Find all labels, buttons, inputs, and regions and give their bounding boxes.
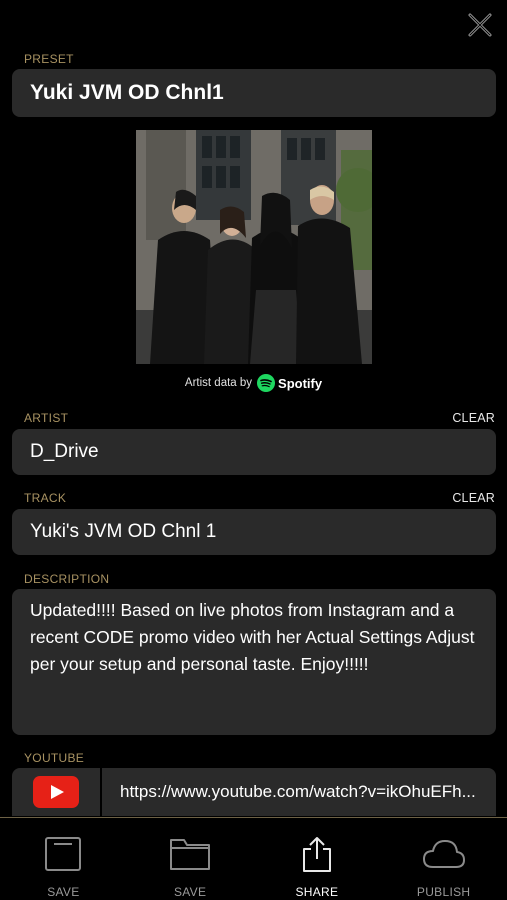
share-button[interactable]: SHARE xyxy=(262,818,372,900)
save-label: SAVE xyxy=(47,885,80,899)
preset-label: PRESET xyxy=(24,52,74,66)
artist-photo xyxy=(136,130,372,364)
publish-button[interactable]: PUBLISH xyxy=(389,818,499,900)
artist-label: ARTIST xyxy=(24,411,69,425)
preset-name-input[interactable]: Yuki JVM OD Chnl1 xyxy=(12,69,496,117)
spotify-wordmark: Spotify xyxy=(278,375,323,391)
attribution-text: Artist data by xyxy=(184,377,253,389)
cloud-icon xyxy=(422,840,465,868)
description-textarea[interactable]: Updated!!!! Based on live photos from In… xyxy=(12,589,496,735)
save-square-icon xyxy=(45,837,82,871)
spotify-attribution: Artist data by Spotify xyxy=(0,374,507,392)
spotify-icon xyxy=(257,374,276,392)
youtube-play-icon xyxy=(33,776,79,808)
description-label: DESCRIPTION xyxy=(24,572,110,586)
youtube-label: YOUTUBE xyxy=(24,751,85,765)
track-label: TRACK xyxy=(24,491,67,505)
bottom-toolbar: SAVE SAVE SHARE PUBLISH xyxy=(0,817,507,900)
track-clear-button[interactable]: CLEAR xyxy=(452,491,495,505)
artist-clear-button[interactable]: CLEAR xyxy=(452,411,495,425)
youtube-url-input[interactable]: https://www.youtube.com/watch?v=ikOhuEFh… xyxy=(102,782,476,802)
track-input[interactable]: Yuki's JVM OD Chnl 1 xyxy=(12,509,496,555)
close-button[interactable] xyxy=(465,10,495,40)
youtube-button[interactable] xyxy=(12,768,102,816)
save-as-button[interactable]: SAVE xyxy=(135,818,245,900)
artist-input[interactable]: D_Drive xyxy=(12,429,496,475)
close-icon xyxy=(468,13,492,37)
save-button[interactable]: SAVE xyxy=(8,818,118,900)
save-as-label: SAVE xyxy=(173,885,207,899)
youtube-field: https://www.youtube.com/watch?v=ikOhuEFh… xyxy=(12,768,496,816)
publish-label: PUBLISH xyxy=(416,885,471,899)
folder-icon xyxy=(170,839,211,870)
share-icon xyxy=(302,837,331,872)
spotify-logo: Spotify xyxy=(257,374,322,392)
preset-editor-screen: PRESET Yuki JVM OD Chnl1 Artist data by … xyxy=(0,0,507,900)
share-label: SHARE xyxy=(295,885,339,899)
